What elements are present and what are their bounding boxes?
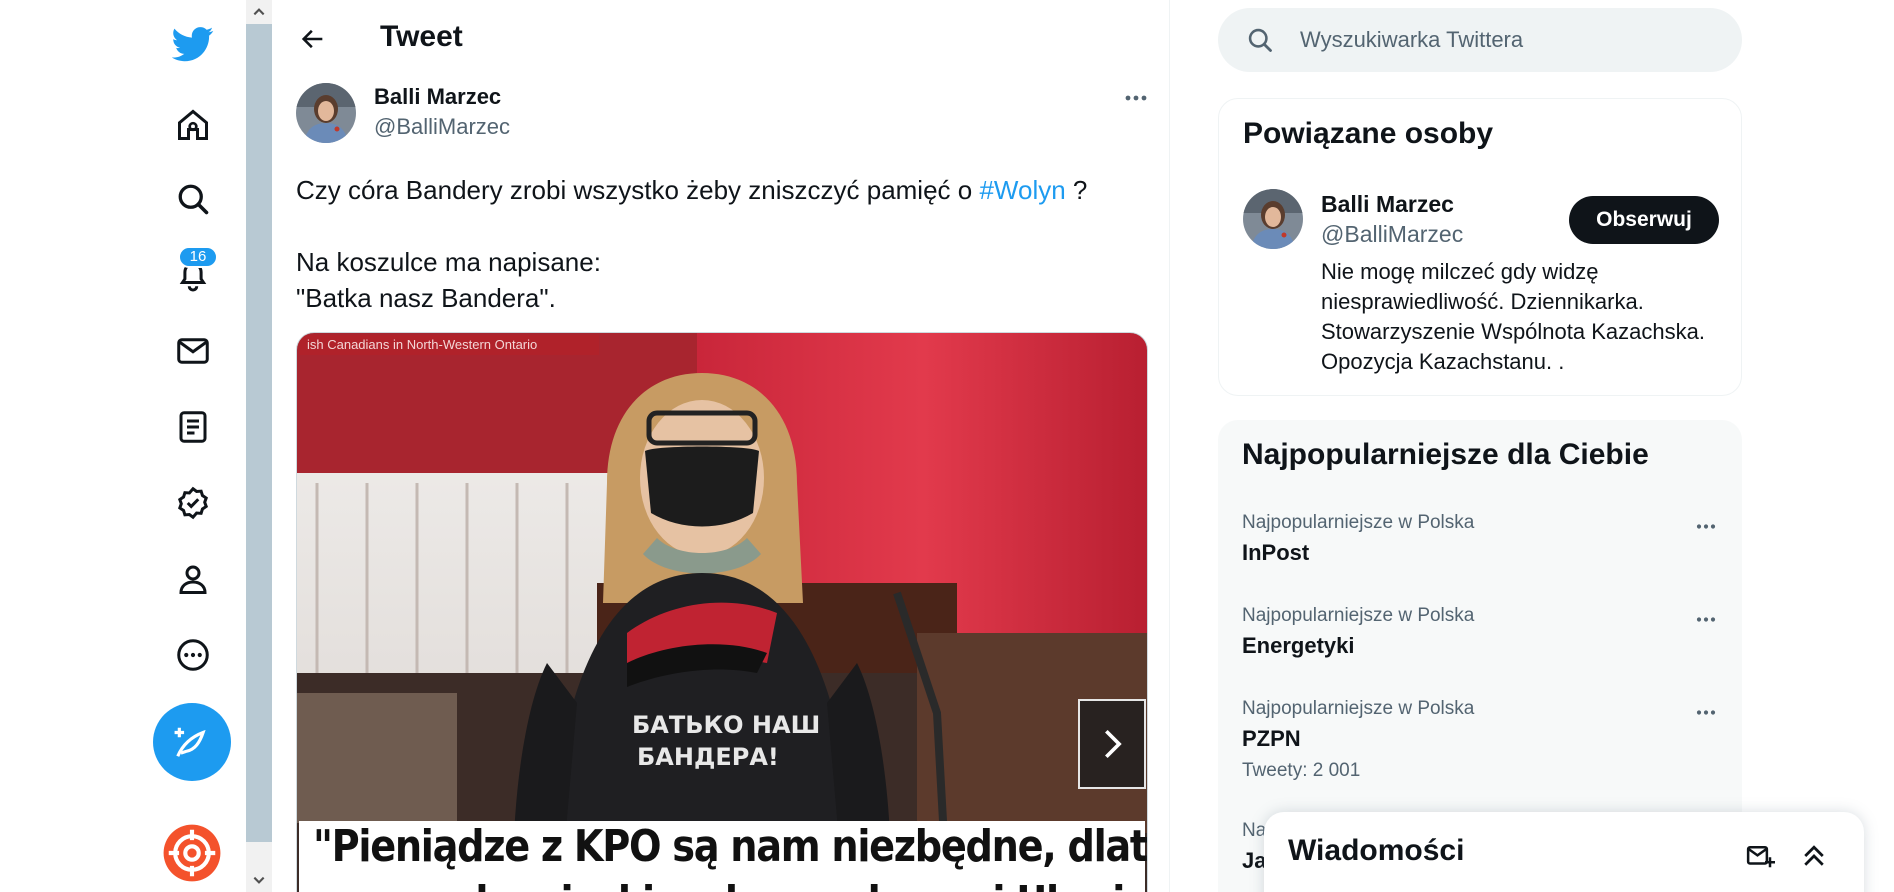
back-arrow-icon[interactable]	[292, 18, 334, 60]
trend-context: Najpopularniejsze w Polska	[1242, 698, 1475, 719]
extension-target-icon[interactable]	[161, 822, 223, 884]
tweet-detail-column: Tweet Balli Marzec @BalliMarzec Czy córa…	[272, 0, 1170, 892]
trend-name: InPost	[1242, 540, 1310, 565]
related-user-avatar[interactable]	[1243, 189, 1303, 249]
hashtag-link[interactable]: #Wolyn	[979, 175, 1065, 205]
twitter-logo-icon[interactable]	[170, 20, 216, 66]
trend-item[interactable]: Najpopularniejsze w Polska InPost	[1218, 512, 1742, 602]
trend-name: PZPN	[1242, 726, 1301, 751]
explore-icon[interactable]	[170, 176, 216, 222]
related-user-name[interactable]: Balli Marzec	[1321, 191, 1454, 218]
more-icon[interactable]	[170, 632, 216, 678]
search-icon	[1248, 28, 1272, 52]
related-people-panel: Powiązane osoby Balli Marzec @BalliMarze…	[1218, 98, 1742, 396]
trend-context: Najpopularniejsze w Polska	[1242, 512, 1475, 533]
home-icon[interactable]	[170, 102, 216, 148]
trend-tweet-count: Tweety: 2 001	[1242, 760, 1361, 781]
trend-item[interactable]: Najpopularniejsze w Polska Energetyki	[1218, 605, 1742, 695]
new-message-icon[interactable]	[1740, 836, 1780, 876]
trends-title: Najpopularniejsze dla Ciebie	[1242, 438, 1649, 471]
more-options-icon[interactable]	[1114, 84, 1158, 112]
trend-context: Na	[1242, 820, 1267, 841]
trend-more-icon[interactable]	[1688, 514, 1724, 538]
media-caption-band: "Pieniądze z KPO są nam niezbędne, dlate…	[299, 821, 1147, 892]
verified-icon[interactable]	[170, 480, 216, 526]
shirt-text: БАТЬКО НАШ	[632, 711, 820, 739]
tweet-header: Tweet	[272, 0, 1169, 78]
lists-icon[interactable]	[170, 404, 216, 450]
trend-context: Najpopularniejsze w Polska	[1242, 605, 1475, 626]
author-name[interactable]: Balli Marzec	[374, 84, 501, 110]
author-avatar[interactable]	[296, 83, 356, 143]
scrollbar[interactable]	[246, 0, 272, 892]
messages-icon[interactable]	[170, 328, 216, 374]
related-people-title: Powiązane osoby	[1243, 117, 1494, 150]
feather-plus-icon	[174, 727, 206, 757]
scrollbar-thumb[interactable]	[246, 24, 272, 842]
search-input[interactable]	[1300, 8, 1720, 72]
media-ticker-text: ish Canadians in North-Western Ontario	[299, 335, 599, 355]
tweet-text: Czy córa Bandery zrobi wszystko żeby zni…	[296, 172, 1136, 316]
tweet-text-part: Czy córa Bandery zrobi wszystko żeby zni…	[296, 175, 980, 205]
page-title: Tweet	[380, 20, 463, 53]
expand-drawer-icon[interactable]	[1794, 836, 1834, 876]
notification-count-badge: 16	[178, 246, 218, 268]
follow-button[interactable]: Obserwuj	[1569, 196, 1719, 244]
shirt-text: БАНДЕРА!	[637, 743, 779, 771]
trend-more-icon[interactable]	[1688, 607, 1724, 631]
trend-name: Energetyki	[1242, 633, 1355, 658]
trend-item[interactable]: Najpopularniejsze w Polska PZPN Tweety: …	[1218, 698, 1742, 798]
profile-icon[interactable]	[170, 556, 216, 602]
trend-name[interactable]: Ja	[1242, 848, 1266, 874]
related-user-bio: Nie mogę milczeć gdy widzę niesprawiedli…	[1321, 259, 1705, 374]
media-caption-line: mamy obowiązki wobec walczącej Ukrainy" …	[313, 877, 1147, 892]
related-user-handle[interactable]: @BalliMarzec	[1321, 221, 1463, 248]
tweet-media-image[interactable]: БАТЬКО НАШ БАНДЕРА! ish Canadians in Nor…	[296, 332, 1148, 892]
media-caption-line: "Pieniądze z KPO są nam niezbędne, dlate…	[313, 821, 1147, 872]
author-handle[interactable]: @BalliMarzec	[374, 114, 510, 140]
media-next-arrow-icon[interactable]	[1078, 699, 1146, 789]
search-box[interactable]	[1218, 8, 1742, 72]
messages-drawer-title: Wiadomości	[1288, 834, 1465, 867]
compose-tweet-button[interactable]	[153, 703, 231, 781]
scroll-down-arrow-icon[interactable]	[246, 868, 272, 892]
trend-more-icon[interactable]	[1688, 700, 1724, 724]
messages-drawer[interactable]: Wiadomości	[1264, 812, 1864, 892]
scroll-up-arrow-icon[interactable]	[246, 0, 272, 24]
